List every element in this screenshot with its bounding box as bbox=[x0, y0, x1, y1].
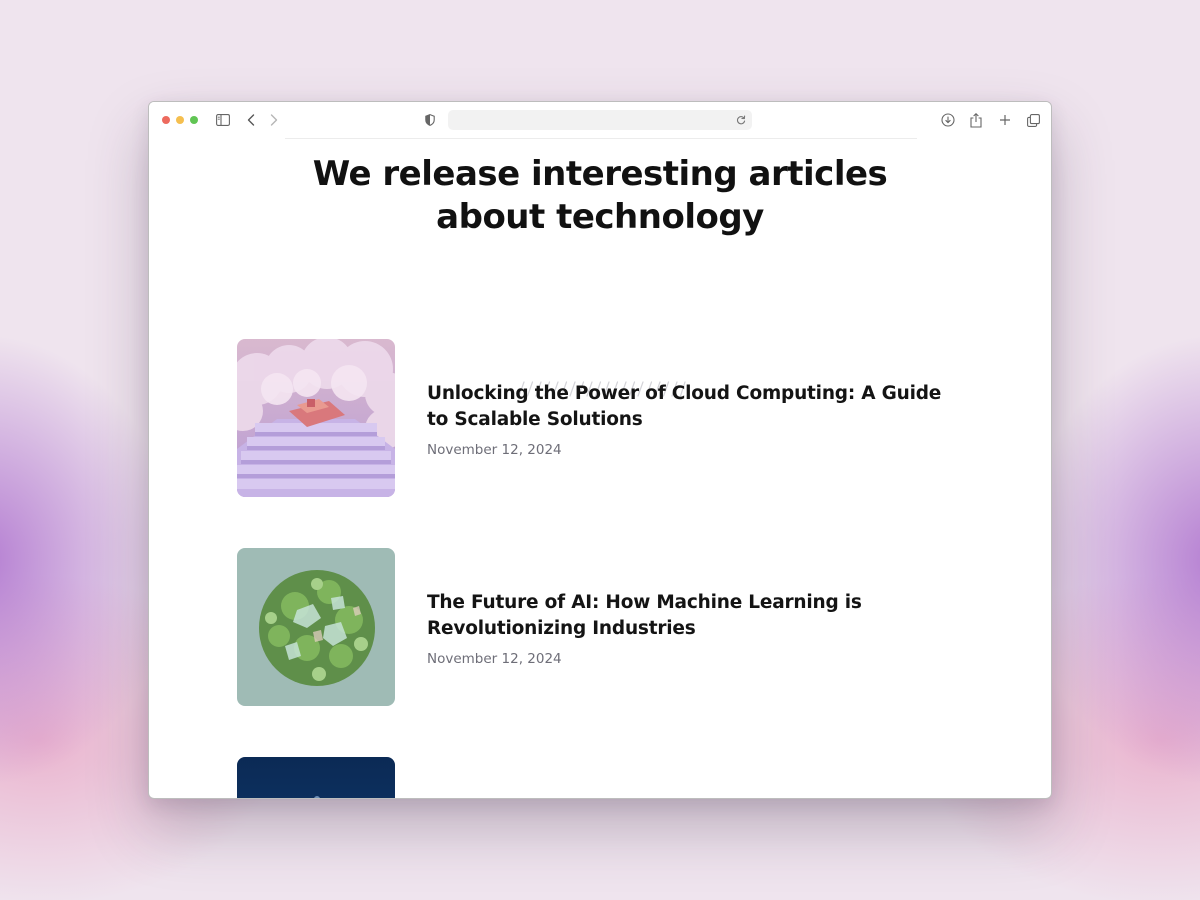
download-icon[interactable] bbox=[939, 111, 957, 129]
browser-window: We release interesting articles about te… bbox=[148, 101, 1052, 799]
address-bar[interactable] bbox=[448, 110, 752, 130]
tabs-overview-icon[interactable] bbox=[1024, 111, 1042, 129]
close-window-button[interactable] bbox=[162, 116, 170, 124]
chevron-right-icon[interactable] bbox=[265, 111, 283, 129]
chevron-left-icon[interactable] bbox=[242, 111, 260, 129]
plus-icon[interactable] bbox=[996, 111, 1014, 129]
dark-blue-image[interactable] bbox=[237, 757, 395, 798]
article-title[interactable]: The Future of AI: How Machine Learning i… bbox=[427, 590, 967, 642]
page-content: We release interesting articles about te… bbox=[149, 139, 1051, 798]
browser-toolbar bbox=[149, 102, 1051, 138]
green-crystal-sphere-image[interactable] bbox=[237, 548, 395, 706]
sidebar-icon[interactable] bbox=[214, 111, 232, 129]
article-card[interactable] bbox=[237, 757, 957, 798]
zoom-window-button[interactable] bbox=[190, 116, 198, 124]
page-title: We release interesting articles about te… bbox=[312, 154, 888, 237]
cloud-stairs-image[interactable] bbox=[237, 339, 395, 497]
minimize-window-button[interactable] bbox=[176, 116, 184, 124]
article-card[interactable]: The Future of AI: How Machine Learning i… bbox=[237, 548, 957, 706]
article-date: November 12, 2024 bbox=[427, 442, 562, 458]
shield-icon[interactable] bbox=[421, 111, 439, 129]
article-card[interactable]: Unlocking the Power of Cloud Computing: … bbox=[237, 339, 957, 497]
share-icon[interactable] bbox=[967, 111, 985, 129]
reload-icon[interactable] bbox=[733, 112, 749, 128]
article-date: November 12, 2024 bbox=[427, 651, 562, 667]
article-title[interactable]: Unlocking the Power of Cloud Computing: … bbox=[427, 381, 967, 433]
